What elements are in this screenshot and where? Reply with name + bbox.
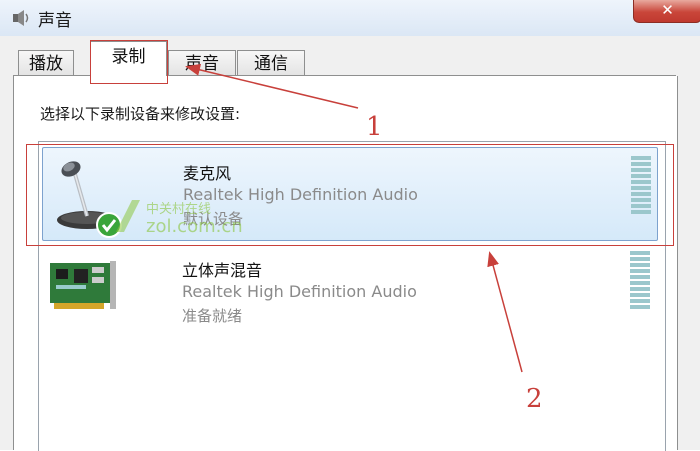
annotation-arrow-1 — [185, 63, 359, 109]
annotation-number-1: 1 — [366, 112, 383, 142]
annotation-arrow-2 — [487, 251, 523, 373]
annotation-arrows — [185, 63, 523, 373]
annotation-number-2: 2 — [526, 384, 543, 414]
